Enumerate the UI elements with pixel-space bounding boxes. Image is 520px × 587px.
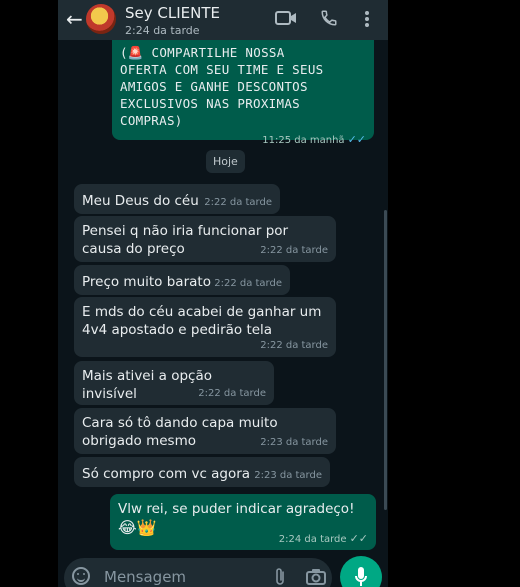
message-text: Cara só tô dando capa muito obrigado mes… [82, 415, 278, 449]
phone-icon[interactable] [320, 9, 338, 27]
message-text: Só compro com vc agora [82, 466, 251, 482]
message-out-offer[interactable]: (🚨 COMPARTILHE NOSSA OFERTA COM SEU TIME… [112, 30, 374, 146]
arrow-left-icon[interactable]: ← [66, 8, 83, 30]
camera-icon[interactable] [306, 568, 326, 586]
microphone-icon [355, 567, 367, 586]
message-text: Meu Deus do céu [82, 193, 199, 209]
date-chip: Hoje [206, 150, 245, 173]
message-text: E mds do céu acabei de ganhar um 4v4 apo… [82, 304, 322, 338]
message-time: 2:24 da tarde [278, 534, 347, 545]
video-call-icon[interactable] [275, 10, 297, 26]
message-composer[interactable]: Mensagem [64, 558, 332, 587]
message-text: Preço muito barato [82, 274, 211, 290]
contact-name[interactable]: Sey CLIENTE [125, 4, 220, 22]
paperclip-icon[interactable] [274, 567, 286, 587]
message-time: 2:22 da tarde [198, 388, 266, 399]
message-text: (🚨 COMPARTILHE NOSSA OFERTA COM SEU TIME… [120, 45, 324, 128]
message-in[interactable]: Só compro com vc agora 2:23 da tarde [74, 457, 330, 487]
double-check-icon: ✓✓ [349, 532, 368, 545]
message-out[interactable]: Vlw rei, se puder indicar agradeço! 😂👑 2… [110, 494, 376, 550]
message-meta: 11:25 da manhã ✓✓ [120, 128, 366, 147]
double-check-icon: ✓✓ [347, 133, 366, 146]
avatar[interactable] [86, 4, 116, 34]
message-in[interactable]: Mais ativei a opção invisível 2:22 da ta… [74, 361, 274, 405]
message-text: Vlw rei, se puder indicar agradeço! [118, 501, 355, 517]
message-in[interactable]: Pensei q não iria funcionar por causa do… [74, 216, 336, 262]
message-in[interactable]: Cara só tô dando capa muito obrigado mes… [74, 408, 336, 454]
more-vert-icon[interactable] [364, 10, 370, 28]
chat-header: ← Sey CLIENTE 2:24 da tarde [58, 0, 388, 40]
message-in[interactable]: Preço muito barato 2:22 da tarde [74, 265, 290, 295]
message-in[interactable]: Meu Deus do céu 2:22 da tarde [74, 184, 280, 214]
message-meta: 2:24 da tarde ✓✓ [279, 532, 368, 545]
message-time: 2:22 da tarde [260, 245, 328, 256]
last-seen: 2:24 da tarde [125, 24, 200, 37]
message-time: 2:22 da tarde [260, 340, 328, 351]
message-time: 2:22 da tarde [214, 278, 282, 289]
phone-screen: ← Sey CLIENTE 2:24 da tarde (🚨 COMPARTIL… [58, 0, 388, 587]
scrollbar[interactable] [384, 210, 387, 510]
message-time: 2:23 da tarde [260, 437, 328, 448]
message-time: 11:25 da manhã [262, 135, 345, 146]
emoji-icon[interactable] [72, 567, 90, 585]
message-time: 2:23 da tarde [254, 470, 322, 481]
message-time: 2:22 da tarde [204, 197, 272, 208]
message-in[interactable]: E mds do céu acabei de ganhar um 4v4 apo… [74, 297, 336, 357]
message-input[interactable]: Mensagem [104, 568, 186, 586]
